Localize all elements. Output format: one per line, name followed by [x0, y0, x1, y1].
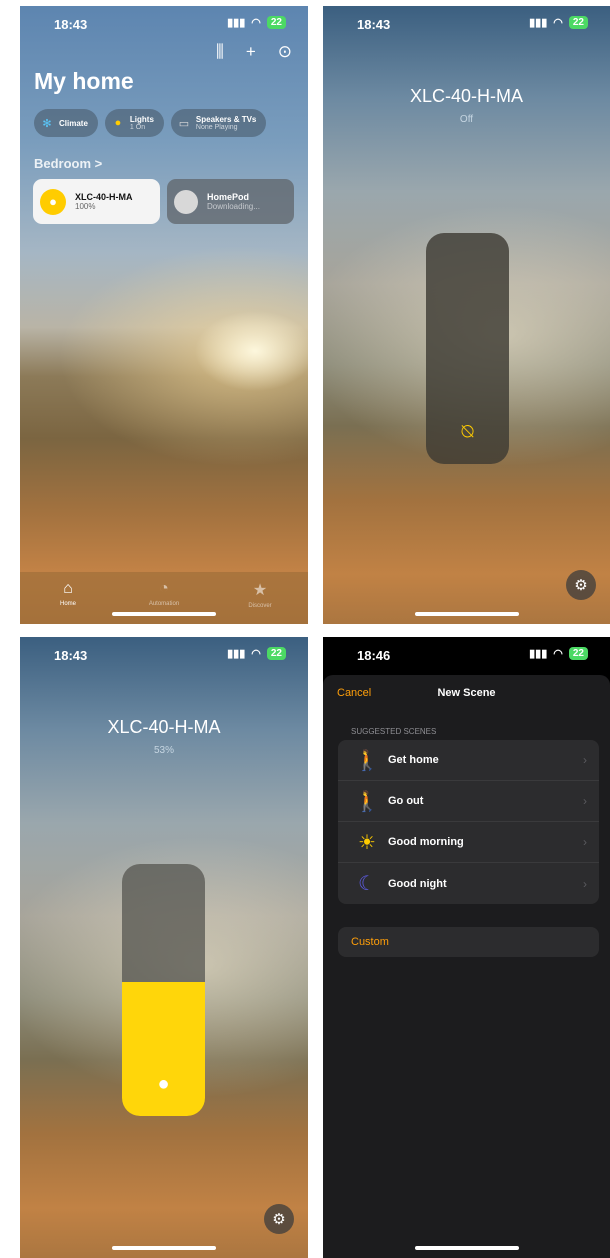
clock-icon: ◔	[159, 580, 169, 597]
house-icon: ⌂	[63, 580, 73, 597]
wifi-icon: ◠	[251, 648, 261, 660]
scene-list: 🚶 Get home › 🚶 Go out › ☀ Good morning ›…	[338, 740, 599, 904]
wifi-icon: ◠	[553, 17, 563, 29]
sheet-title: New Scene	[437, 687, 496, 699]
intercom-icon[interactable]: ⫼	[216, 42, 224, 62]
status-bar: 18:43 ▮▮▮ ◠ 22	[20, 637, 308, 673]
status-time: 18:43	[54, 648, 88, 663]
accessory-state: Off	[459, 114, 474, 125]
tab-home[interactable]: ⌂ Home	[38, 580, 98, 624]
tile-status: Downloading...	[207, 202, 260, 211]
chip-label: Lights	[129, 115, 154, 124]
section-header: SUGGESTED SCENES	[351, 727, 437, 736]
status-bar: 18:46 ▮▮▮ ◠ 22	[323, 637, 610, 673]
brightness-slider[interactable]: ⍉	[426, 233, 509, 464]
lightbulb-icon: ●	[114, 117, 122, 129]
scene-row-get-home[interactable]: 🚶 Get home ›	[338, 740, 599, 781]
scene-label: Good night	[388, 877, 447, 890]
chevron-right-icon: ›	[583, 876, 587, 891]
scene-row-good-morning[interactable]: ☀ Good morning ›	[338, 822, 599, 863]
battery-icon: 22	[266, 16, 286, 29]
accessory-name: XLC-40-H-MA	[409, 86, 524, 106]
sun-icon: ☀	[358, 831, 376, 854]
chevron-right-icon: ›	[583, 835, 587, 849]
lightbulb-icon: ●	[157, 1073, 170, 1095]
add-icon[interactable]: +	[246, 42, 256, 62]
status-bar: 18:43 ▮▮▮ ◠ 22	[323, 6, 610, 42]
chip-sublabel: 1 On	[129, 124, 146, 131]
tile-status: 100%	[75, 202, 96, 211]
light-control-off-screen: 18:43 ▮▮▮ ◠ 22 XLC-40-H-MA Off ⍉ ⚙	[323, 6, 610, 624]
lightbulb-icon[interactable]: ●	[40, 188, 66, 215]
scene-label: Good morning	[388, 836, 464, 848]
new-scene-screen: 18:46 ▮▮▮ ◠ 22 Cancel New Scene SUGGESTE…	[323, 637, 610, 1258]
moon-icon: ☾	[358, 873, 376, 895]
signal-icon: ▮▮▮	[227, 17, 246, 29]
speaker-tv-icon: ▭	[178, 117, 190, 130]
home-indicator[interactable]	[414, 612, 519, 616]
gear-icon[interactable]: ⚙	[566, 570, 596, 600]
scene-row-good-night[interactable]: ☾ Good night ›	[338, 863, 599, 904]
signal-icon: ▮▮▮	[227, 648, 246, 660]
status-bar: 18:43 ▮▮▮ ◠ 22	[20, 6, 308, 42]
accessory-tile-light[interactable]: ● XLC-40-H-MA 100%	[33, 179, 160, 224]
accessory-tile-homepod[interactable]: HomePod Downloading...	[167, 179, 294, 224]
fan-icon: ✻	[42, 117, 52, 130]
lights-chip[interactable]: ● Lights 1 On	[104, 109, 164, 137]
walking-in-icon: 🚶	[354, 749, 380, 772]
brightness-slider[interactable]: ●	[122, 864, 205, 1116]
tab-discover[interactable]: ★ Discover	[230, 580, 290, 624]
signal-icon: ▮▮▮	[529, 17, 548, 29]
scene-label: Go out	[388, 795, 424, 807]
tab-label: Discover	[248, 603, 272, 609]
tab-automation[interactable]: ◔ Automation	[134, 580, 194, 624]
tab-label: Automation	[148, 601, 180, 607]
status-time: 18:43	[357, 17, 391, 32]
chip-label: Speakers & TVs	[195, 115, 257, 124]
page-title: My home	[34, 68, 134, 94]
home-indicator[interactable]	[112, 612, 216, 616]
home-screen: 18:43 ▮▮▮ ◠ 22 ⫼ + ⊙ My home ✻ Climate ●…	[20, 6, 308, 624]
tab-label: Home	[59, 601, 76, 607]
wifi-icon: ◠	[553, 648, 563, 660]
home-indicator[interactable]	[414, 1246, 519, 1250]
chip-sublabel: None Playing	[195, 124, 238, 131]
chevron-right-icon: ›	[583, 753, 587, 767]
scene-label: Get home	[388, 754, 439, 766]
room-section-label[interactable]: Bedroom >	[34, 156, 102, 171]
tab-bar: ⌂ Home ◔ Automation ★ Discover	[20, 572, 308, 624]
status-time: 18:43	[54, 17, 88, 32]
more-icon[interactable]: ⊙	[278, 42, 292, 62]
walking-out-icon: 🚶	[354, 790, 380, 813]
custom-scene-button[interactable]: Custom	[338, 927, 599, 957]
light-control-on-screen: 18:43 ▮▮▮ ◠ 22 XLC-40-H-MA 53% ● ⚙	[20, 637, 308, 1258]
chip-label: Climate	[59, 118, 88, 128]
tile-name: HomePod	[207, 192, 250, 202]
speakers-tvs-chip[interactable]: ▭ Speakers & TVs None Playing	[170, 109, 267, 137]
battery-icon: 22	[568, 647, 588, 660]
accessory-name: XLC-40-H-MA	[107, 717, 221, 737]
status-time: 18:46	[357, 648, 391, 663]
wifi-icon: ◠	[251, 17, 261, 29]
nav-bar: Cancel New Scene	[323, 687, 610, 707]
scene-row-go-out[interactable]: 🚶 Go out ›	[338, 781, 599, 822]
chevron-right-icon: ›	[583, 794, 587, 808]
gear-icon[interactable]: ⚙	[264, 1204, 294, 1234]
battery-icon: 22	[568, 16, 588, 29]
star-icon: ★	[252, 582, 268, 599]
homepod-icon	[174, 189, 198, 214]
lightbulb-off-icon: ⍉	[461, 421, 474, 443]
accessory-state: 53%	[153, 745, 174, 756]
tile-name: XLC-40-H-MA	[75, 192, 133, 202]
climate-chip[interactable]: ✻ Climate	[34, 109, 98, 137]
signal-icon: ▮▮▮	[529, 648, 548, 660]
home-indicator[interactable]	[112, 1246, 216, 1250]
new-scene-sheet: Cancel New Scene SUGGESTED SCENES 🚶 Get …	[323, 675, 610, 1258]
battery-icon: 22	[266, 647, 286, 660]
